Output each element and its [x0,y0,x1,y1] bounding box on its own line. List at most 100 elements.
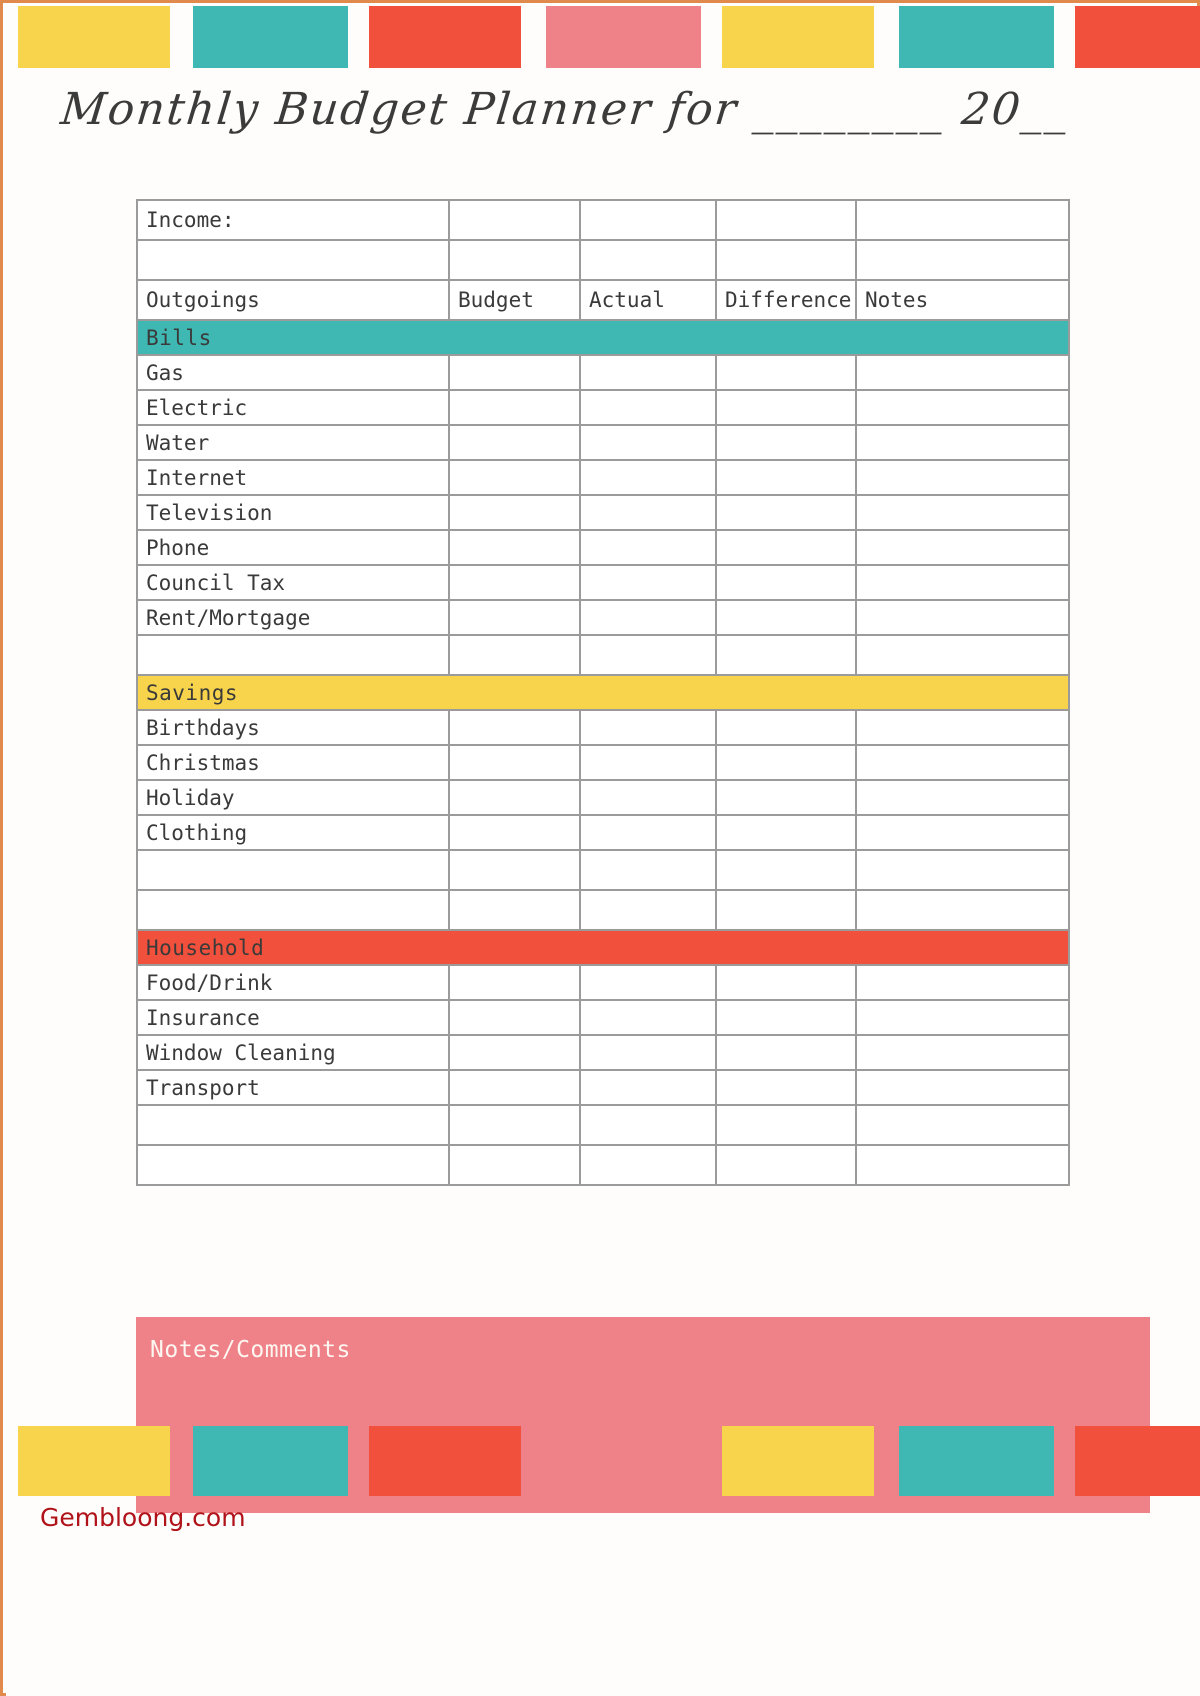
cell-actual[interactable] [579,964,717,1001]
cell-actual[interactable] [579,564,717,601]
cell-difference[interactable] [715,564,857,601]
cell-actual[interactable] [579,459,717,496]
cell-budget[interactable] [448,889,581,931]
cell-actual[interactable] [579,999,717,1036]
cell-notes[interactable] [855,634,1070,676]
cell-actual[interactable] [579,1104,717,1146]
cell-budget[interactable] [448,424,581,461]
cell-difference[interactable] [715,744,857,781]
cell-actual[interactable] [579,1034,717,1071]
cell-budget[interactable] [448,999,581,1036]
cell-actual[interactable] [579,889,717,931]
cell-difference[interactable] [715,389,857,426]
cell-actual[interactable] [579,814,717,851]
cell-budget[interactable] [448,964,581,1001]
blank-label-cell[interactable] [136,1104,450,1146]
blank-label-cell[interactable] [136,889,450,931]
cell-difference[interactable] [715,889,857,931]
blank-label-cell[interactable] [136,239,450,281]
cell-difference[interactable] [715,494,857,531]
cell-difference[interactable] [715,1144,857,1186]
cell-budget[interactable] [448,494,581,531]
cell-actual[interactable] [579,529,717,566]
blank-label-cell[interactable] [136,1144,450,1186]
cell-budget[interactable] [448,239,581,281]
cell-notes[interactable] [855,814,1070,851]
cell-difference[interactable] [715,529,857,566]
cell-difference[interactable] [715,999,857,1036]
cell-difference[interactable] [715,239,857,281]
cell-budget[interactable] [448,1034,581,1071]
cell-notes[interactable] [855,849,1070,891]
income-cell-actual[interactable] [579,199,717,241]
cell-notes[interactable] [855,744,1070,781]
cell-notes[interactable] [855,889,1070,931]
cell-budget[interactable] [448,564,581,601]
cell-actual[interactable] [579,709,717,746]
cell-notes[interactable] [855,709,1070,746]
cell-actual[interactable] [579,354,717,391]
cell-difference[interactable] [715,354,857,391]
cell-actual[interactable] [579,424,717,461]
cell-difference[interactable] [715,634,857,676]
cell-actual[interactable] [579,849,717,891]
cell-budget[interactable] [448,634,581,676]
cell-actual[interactable] [579,1144,717,1186]
cell-budget[interactable] [448,709,581,746]
cell-budget[interactable] [448,744,581,781]
section-header-row: Savings [136,674,1070,711]
cell-difference[interactable] [715,1034,857,1071]
cell-budget[interactable] [448,354,581,391]
income-cell-notes[interactable] [855,199,1070,241]
cell-budget[interactable] [448,389,581,426]
cell-notes[interactable] [855,1069,1070,1106]
cell-actual[interactable] [579,634,717,676]
cell-difference[interactable] [715,709,857,746]
cell-difference[interactable] [715,1069,857,1106]
row-label: Christmas [136,744,450,781]
cell-difference[interactable] [715,1104,857,1146]
cell-notes[interactable] [855,424,1070,461]
cell-difference[interactable] [715,814,857,851]
cell-actual[interactable] [579,744,717,781]
cell-notes[interactable] [855,1144,1070,1186]
cell-notes[interactable] [855,999,1070,1036]
blank-label-cell[interactable] [136,634,450,676]
cell-notes[interactable] [855,964,1070,1001]
cell-budget[interactable] [448,849,581,891]
cell-notes[interactable] [855,354,1070,391]
cell-budget[interactable] [448,1104,581,1146]
income-cell-budget[interactable] [448,199,581,241]
cell-notes[interactable] [855,1104,1070,1146]
cell-notes[interactable] [855,779,1070,816]
cell-notes[interactable] [855,529,1070,566]
cell-difference[interactable] [715,599,857,636]
cell-actual[interactable] [579,779,717,816]
income-cell-difference[interactable] [715,199,857,241]
cell-notes[interactable] [855,564,1070,601]
cell-difference[interactable] [715,964,857,1001]
cell-budget[interactable] [448,1144,581,1186]
cell-notes[interactable] [855,1034,1070,1071]
cell-difference[interactable] [715,849,857,891]
cell-difference[interactable] [715,779,857,816]
cell-notes[interactable] [855,389,1070,426]
cell-notes[interactable] [855,599,1070,636]
cell-notes[interactable] [855,239,1070,281]
blank-label-cell[interactable] [136,849,450,891]
cell-budget[interactable] [448,459,581,496]
cell-actual[interactable] [579,494,717,531]
cell-actual[interactable] [579,239,717,281]
cell-budget[interactable] [448,1069,581,1106]
cell-actual[interactable] [579,389,717,426]
cell-actual[interactable] [579,599,717,636]
cell-budget[interactable] [448,814,581,851]
cell-difference[interactable] [715,459,857,496]
cell-budget[interactable] [448,529,581,566]
cell-notes[interactable] [855,494,1070,531]
cell-difference[interactable] [715,424,857,461]
cell-notes[interactable] [855,459,1070,496]
cell-budget[interactable] [448,599,581,636]
cell-actual[interactable] [579,1069,717,1106]
cell-budget[interactable] [448,779,581,816]
